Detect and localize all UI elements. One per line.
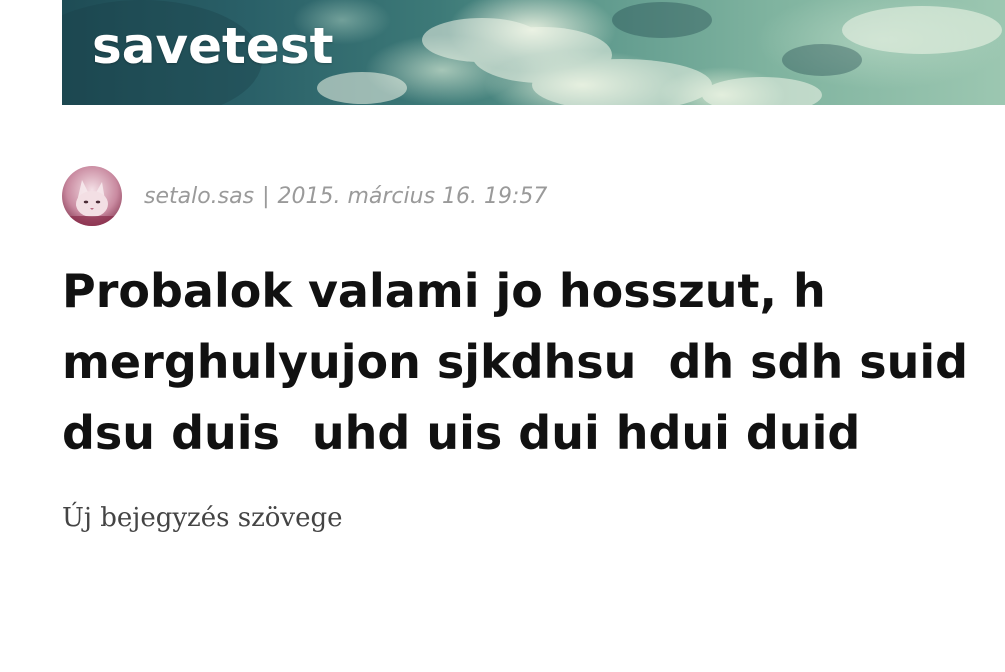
blog-page: savetest setalo.sas | 2015. március 16. … (0, 0, 1005, 672)
author-link[interactable]: setalo.sas (144, 184, 254, 209)
cat-avatar-icon (62, 166, 122, 226)
post-meta: setalo.sas | 2015. március 16. 19:57 (62, 166, 547, 226)
author-avatar[interactable] (62, 166, 122, 226)
post-title: Probalok valami jo hosszut, h merghulyuj… (62, 264, 1001, 460)
post-meta-text: setalo.sas | 2015. március 16. 19:57 (144, 184, 547, 209)
post-date-link[interactable]: 2015. március 16. 19:57 (278, 184, 548, 209)
post-body-text: Új bejegyzés szövege (62, 503, 343, 533)
site-title-link[interactable]: savetest (92, 14, 333, 78)
meta-separator: | (262, 183, 270, 209)
